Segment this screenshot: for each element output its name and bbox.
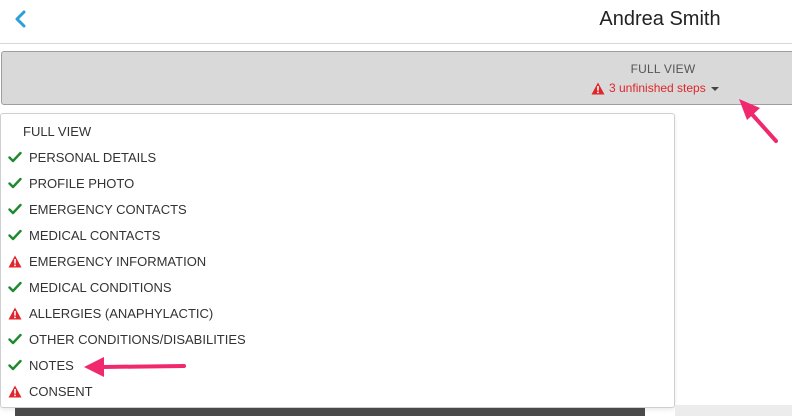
menu-item-label: CONSENT: [29, 383, 93, 399]
checkmark-icon: [7, 332, 23, 346]
menu-item[interactable]: MEDICAL CONTACTS: [1, 222, 674, 248]
menu-item-label: FULL VIEW: [23, 123, 92, 139]
page-title: Andrea Smith: [599, 8, 721, 30]
warning-icon: [7, 384, 23, 398]
menu-item-label: OTHER CONDITIONS/DISABILITIES: [29, 331, 246, 347]
caret-down-icon: [710, 86, 719, 91]
background-panel: [675, 405, 792, 416]
menu-item-label: PROFILE PHOTO: [29, 175, 135, 191]
view-dropdown-menu: FULL VIEW PERSONAL DETAILS PROFILE PHOTO EM…: [0, 113, 675, 408]
unfinished-steps-text: 3 unfinished steps: [609, 81, 706, 95]
checkmark-icon: [7, 358, 23, 372]
menu-item[interactable]: EMERGENCY INFORMATION: [1, 248, 674, 274]
menu-item[interactable]: FULL VIEW: [1, 118, 674, 144]
current-view-label: FULL VIEW: [630, 62, 696, 76]
warning-icon: [7, 306, 23, 320]
checkmark-icon: [7, 228, 23, 242]
view-selector-bar[interactable]: FULL VIEW 3 unfinished steps: [1, 51, 792, 105]
menu-item-label: EMERGENCY CONTACTS: [29, 201, 187, 217]
checkmark-icon: [7, 202, 23, 216]
app-header: Andrea Smith: [0, 0, 792, 44]
menu-item[interactable]: MEDICAL CONDITIONS: [1, 274, 674, 300]
warning-icon: [591, 82, 605, 94]
checkmark-icon: [7, 280, 23, 294]
menu-item-label: ALLERGIES (ANAPHYLACTIC): [29, 305, 214, 321]
menu-item-label: PERSONAL DETAILS: [29, 149, 157, 165]
chevron-left-icon: [15, 10, 26, 28]
menu-item[interactable]: NOTES: [1, 352, 674, 378]
checkmark-icon: [7, 150, 23, 164]
menu-item-label: NOTES: [29, 357, 74, 373]
menu-item[interactable]: OTHER CONDITIONS/DISABILITIES: [1, 326, 674, 352]
menu-item-label: EMERGENCY INFORMATION: [29, 253, 207, 269]
menu-item[interactable]: PERSONAL DETAILS: [1, 144, 674, 170]
menu-item[interactable]: ALLERGIES (ANAPHYLACTIC): [1, 300, 674, 326]
menu-item[interactable]: EMERGENCY CONTACTS: [1, 196, 674, 222]
background-content-strip: [15, 408, 645, 416]
annotation-arrow-icon: [739, 99, 778, 143]
warning-icon: [7, 254, 23, 268]
menu-item[interactable]: CONSENT: [1, 378, 674, 404]
menu-item-label: MEDICAL CONDITIONS: [29, 279, 172, 295]
menu-item[interactable]: PROFILE PHOTO: [1, 170, 674, 196]
menu-item-label: MEDICAL CONTACTS: [29, 227, 161, 243]
back-button[interactable]: [10, 6, 34, 34]
checkmark-icon: [7, 176, 23, 190]
unfinished-steps-toggle[interactable]: 3 unfinished steps: [591, 81, 719, 95]
